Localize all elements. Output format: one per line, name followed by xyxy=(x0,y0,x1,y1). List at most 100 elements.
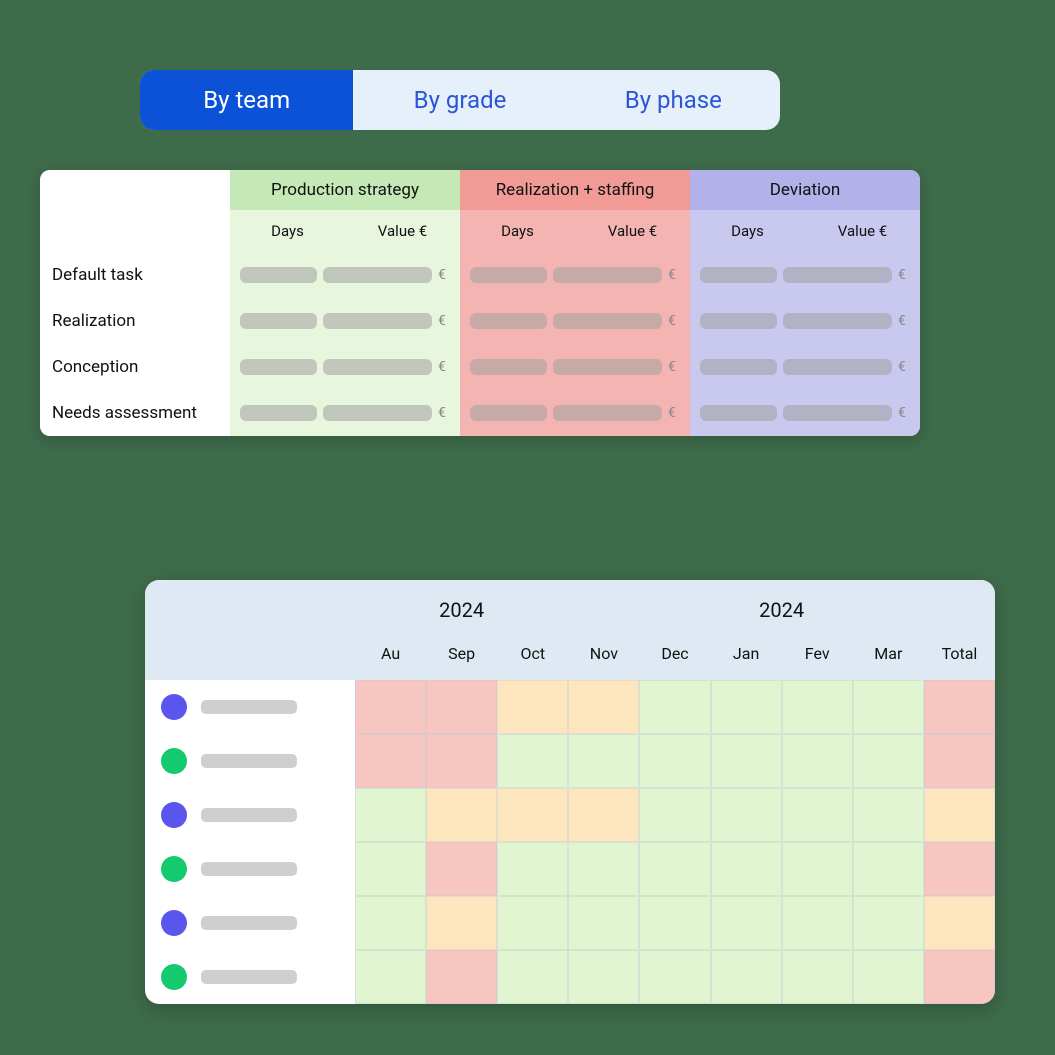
row-label-area xyxy=(145,788,355,842)
schedule-cell[interactable] xyxy=(711,788,782,842)
schedule-cell[interactable] xyxy=(497,896,568,950)
value-row: € xyxy=(690,252,920,298)
schedule-cell[interactable] xyxy=(426,896,497,950)
schedule-cell[interactable] xyxy=(782,896,853,950)
name-placeholder xyxy=(201,970,297,984)
month-header: Jan xyxy=(711,626,782,680)
name-placeholder xyxy=(201,808,297,822)
schedule-cell[interactable] xyxy=(426,734,497,788)
schedule-cell[interactable] xyxy=(355,950,426,1004)
row-label: Default task xyxy=(40,252,230,298)
schedule-cell[interactable] xyxy=(497,950,568,1004)
schedule-cell[interactable] xyxy=(497,680,568,734)
euro-symbol: € xyxy=(668,405,680,421)
schedule-cell[interactable] xyxy=(426,842,497,896)
schedule-cell[interactable] xyxy=(639,950,710,1004)
euro-symbol: € xyxy=(438,405,450,421)
name-placeholder xyxy=(201,754,297,768)
schedule-cell[interactable] xyxy=(639,842,710,896)
schedule-cell[interactable] xyxy=(639,734,710,788)
subhead-days: Days xyxy=(690,210,805,252)
schedule-row xyxy=(145,788,995,842)
schedule-cell[interactable] xyxy=(497,734,568,788)
schedule-cell[interactable] xyxy=(924,788,995,842)
schedule-cell[interactable] xyxy=(355,788,426,842)
schedule-cell[interactable] xyxy=(782,950,853,1004)
schedule-cell[interactable] xyxy=(426,680,497,734)
schedule-cell[interactable] xyxy=(711,734,782,788)
schedule-cell[interactable] xyxy=(924,896,995,950)
schedule-cell[interactable] xyxy=(853,950,924,1004)
schedule-cell[interactable] xyxy=(782,680,853,734)
status-dot-icon xyxy=(161,910,187,936)
schedule-cell[interactable] xyxy=(355,842,426,896)
schedule-cell[interactable] xyxy=(568,734,639,788)
status-dot-icon xyxy=(161,694,187,720)
schedule-cell[interactable] xyxy=(568,788,639,842)
tab-by-phase[interactable]: By phase xyxy=(567,70,780,130)
schedule-cell[interactable] xyxy=(355,680,426,734)
schedule-cell[interactable] xyxy=(924,950,995,1004)
schedule-cell[interactable] xyxy=(355,734,426,788)
schedule-cell[interactable] xyxy=(639,896,710,950)
month-header: Total xyxy=(924,626,995,680)
schedule-cell[interactable] xyxy=(924,680,995,734)
schedule-cell[interactable] xyxy=(782,734,853,788)
status-dot-icon xyxy=(161,748,187,774)
value-placeholder xyxy=(323,267,432,283)
schedule-cell[interactable] xyxy=(639,680,710,734)
schedule-cell[interactable] xyxy=(782,842,853,896)
subhead-value: Value € xyxy=(575,210,690,252)
month-header: Mar xyxy=(853,626,924,680)
schedule-cell[interactable] xyxy=(426,950,497,1004)
schedule-cell[interactable] xyxy=(853,680,924,734)
schedule-cell[interactable] xyxy=(426,788,497,842)
schedule-cell[interactable] xyxy=(711,896,782,950)
row-label-area xyxy=(145,950,355,1004)
schedule-cell[interactable] xyxy=(568,680,639,734)
schedule-cell[interactable] xyxy=(711,950,782,1004)
subhead-value: Value € xyxy=(805,210,920,252)
schedule-cell[interactable] xyxy=(853,896,924,950)
schedule-header: 2024 2024 AuSepOctNovDecJanFevMarTotal xyxy=(145,580,995,680)
euro-symbol: € xyxy=(898,359,910,375)
schedule-cell[interactable] xyxy=(639,788,710,842)
schedule-cell[interactable] xyxy=(853,842,924,896)
subhead-days: Days xyxy=(460,210,575,252)
tab-by-team[interactable]: By team xyxy=(140,70,353,130)
schedule-cell[interactable] xyxy=(497,788,568,842)
days-placeholder xyxy=(470,359,547,375)
schedule-row xyxy=(145,734,995,788)
schedule-cell[interactable] xyxy=(568,896,639,950)
schedule-cell[interactable] xyxy=(497,842,568,896)
euro-symbol: € xyxy=(438,313,450,329)
days-placeholder xyxy=(240,313,317,329)
month-header: Oct xyxy=(497,626,568,680)
schedule-cell[interactable] xyxy=(782,788,853,842)
days-placeholder xyxy=(470,405,547,421)
schedule-cell[interactable] xyxy=(853,788,924,842)
days-placeholder xyxy=(240,405,317,421)
schedule-row xyxy=(145,896,995,950)
value-placeholder xyxy=(323,359,432,375)
row-label: Realization xyxy=(40,298,230,344)
row-label-area xyxy=(145,896,355,950)
column-title: Production strategy xyxy=(230,170,460,210)
month-header: Sep xyxy=(426,626,497,680)
month-header: Au xyxy=(355,626,426,680)
schedule-cell[interactable] xyxy=(355,896,426,950)
schedule-row xyxy=(145,680,995,734)
schedule-cell[interactable] xyxy=(853,734,924,788)
schedule-cell[interactable] xyxy=(924,842,995,896)
schedule-cell[interactable] xyxy=(568,842,639,896)
schedule-cell[interactable] xyxy=(711,842,782,896)
status-dot-icon xyxy=(161,856,187,882)
schedule-cell[interactable] xyxy=(711,680,782,734)
row-label: Needs assessment xyxy=(40,390,230,436)
value-placeholder xyxy=(553,267,662,283)
schedule-cell[interactable] xyxy=(924,734,995,788)
schedule-cell[interactable] xyxy=(568,950,639,1004)
tab-by-grade[interactable]: By grade xyxy=(353,70,566,130)
subhead-value: Value € xyxy=(345,210,460,252)
value-row: € xyxy=(230,390,460,436)
